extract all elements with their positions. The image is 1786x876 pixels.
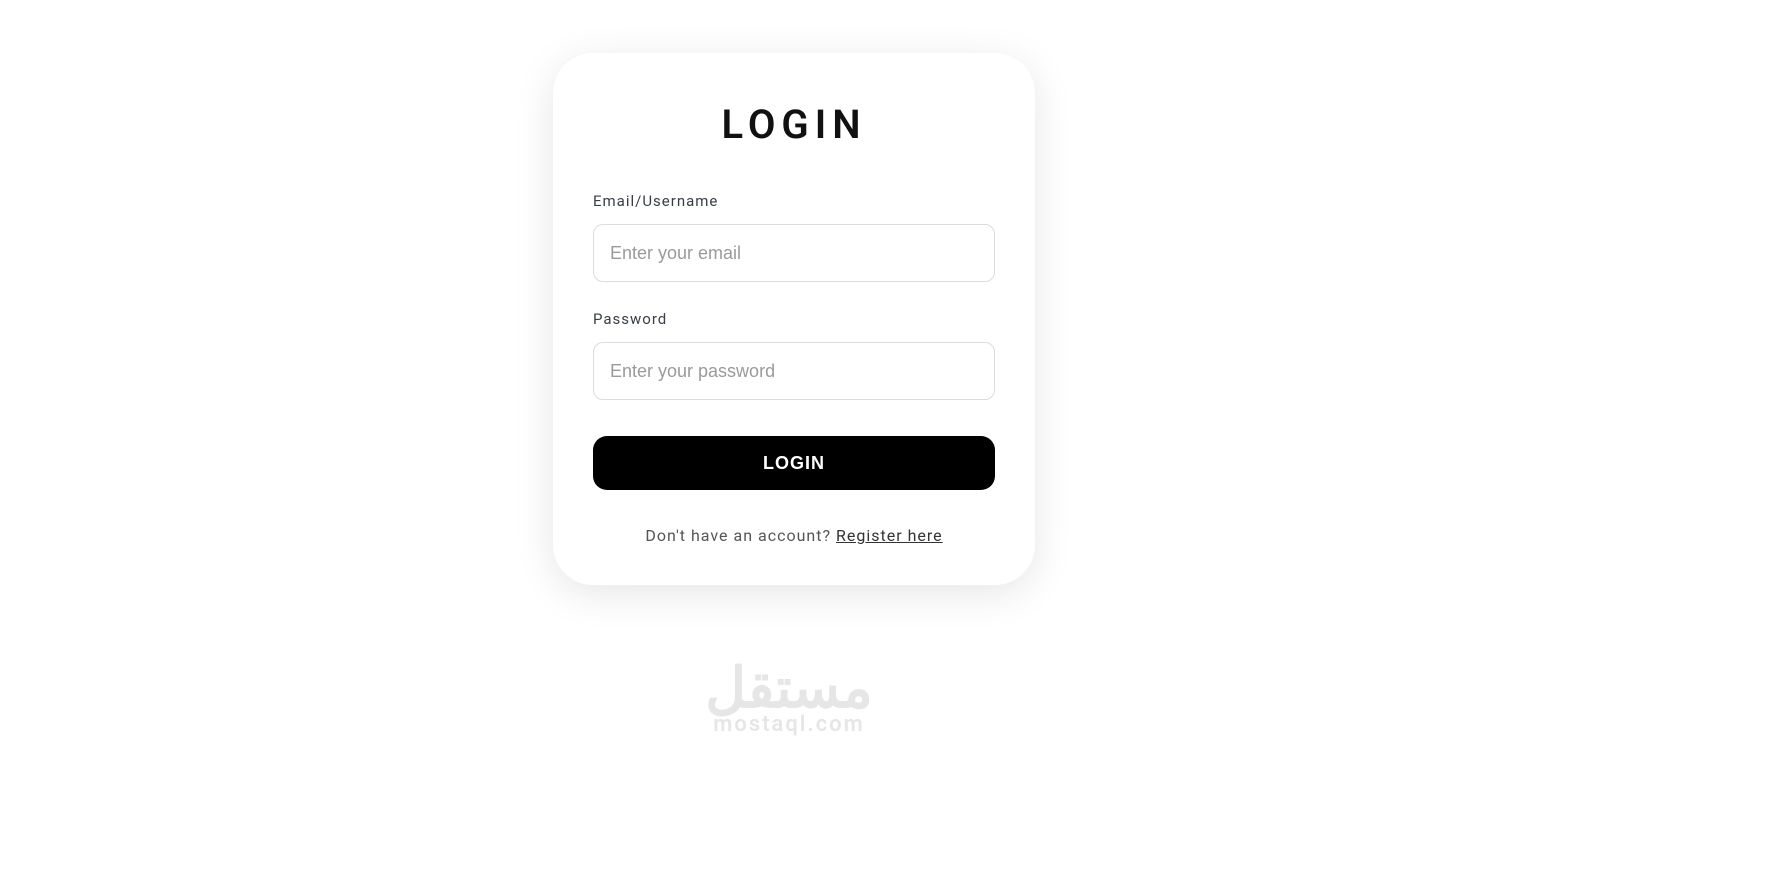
email-input[interactable] — [593, 224, 995, 282]
no-account-text: Don't have an account? — [645, 526, 836, 545]
register-link[interactable]: Register here — [836, 526, 943, 545]
login-title: LOGIN — [593, 101, 995, 148]
password-label: Password — [593, 310, 995, 328]
email-label: Email/Username — [593, 192, 995, 210]
watermark-logo: مستقل mostaql.com — [679, 660, 899, 737]
login-button[interactable]: LOGIN — [593, 436, 995, 490]
login-card: LOGIN Email/Username Password LOGIN Don'… — [553, 53, 1035, 585]
register-row: Don't have an account? Register here — [593, 526, 995, 545]
watermark-arabic-text: مستقل — [679, 660, 899, 716]
password-input[interactable] — [593, 342, 995, 400]
